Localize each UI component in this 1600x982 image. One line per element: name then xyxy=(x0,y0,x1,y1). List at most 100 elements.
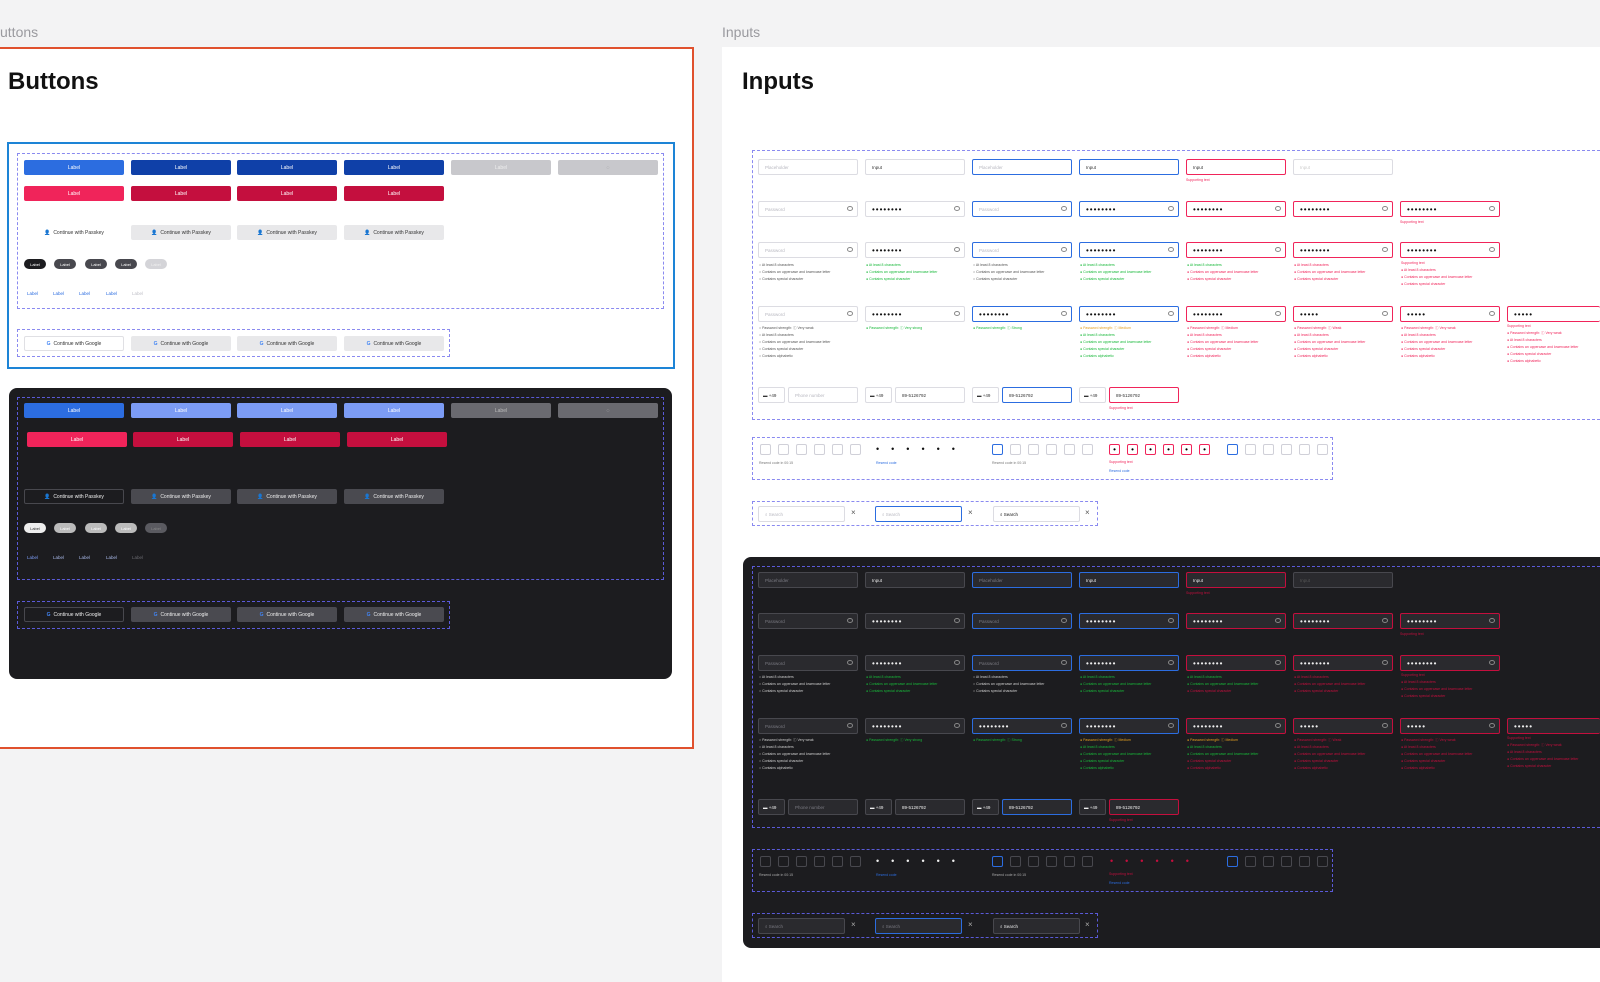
dark-password-input-error-focused[interactable]: •••••••• xyxy=(1293,613,1393,629)
otp-digit[interactable] xyxy=(1317,856,1328,867)
dark-danger-button-pressed[interactable]: Label xyxy=(240,432,340,447)
close-icon[interactable]: × xyxy=(851,508,856,517)
otp-resend-link[interactable]: Resend code xyxy=(1109,469,1130,473)
google-button[interactable]: G Continue with Google xyxy=(24,336,124,351)
passkey-button-pressed[interactable]: 👤 Continue with Passkey xyxy=(237,225,337,240)
dark-text-input-focused-filled[interactable]: Input xyxy=(1079,572,1179,588)
dark-password-req-input-valid[interactable]: •••••••• xyxy=(865,655,965,671)
password-req-input-error-supporting[interactable]: •••••••• xyxy=(1400,242,1500,258)
text-link-pressed[interactable]: Label xyxy=(79,291,90,296)
text-link-focused[interactable]: Label xyxy=(106,291,117,296)
otp-digit-error[interactable]: • xyxy=(1145,444,1156,455)
text-input-focused[interactable]: Placeholder xyxy=(972,159,1072,175)
otp-digit[interactable] xyxy=(1299,444,1310,455)
dark-google-button-focused[interactable]: G Continue with Google xyxy=(344,607,444,622)
eye-off-icon[interactable] xyxy=(1061,723,1067,728)
eye-off-icon[interactable] xyxy=(954,247,960,252)
otp-digit[interactable] xyxy=(1245,444,1256,455)
text-link-hover[interactable]: Label xyxy=(53,291,64,296)
dark-passkey-button-focused[interactable]: 👤 Continue with Passkey xyxy=(344,489,444,504)
primary-button-loading[interactable]: ◌ xyxy=(558,160,658,175)
dark-text-link-hover[interactable]: Label xyxy=(53,555,64,560)
google-button-focused[interactable]: G Continue with Google xyxy=(344,336,444,351)
dark-password-req-input-focused-valid[interactable]: •••••••• xyxy=(1079,655,1179,671)
dark-google-button-hover[interactable]: G Continue with Google xyxy=(131,607,231,622)
dark-primary-button-loading[interactable]: ◌ xyxy=(558,403,658,418)
chip-focused[interactable]: Label xyxy=(115,259,137,269)
otp-digit[interactable] xyxy=(1046,856,1057,867)
dark-phone-input-focused[interactable]: 89-5126792 xyxy=(1002,799,1072,815)
dark-text-input-disabled[interactable]: Input xyxy=(1293,572,1393,588)
dark-text-input-filled[interactable]: Input xyxy=(865,572,965,588)
otp-digit-error[interactable]: • xyxy=(1127,444,1138,455)
eye-off-icon[interactable] xyxy=(847,660,853,665)
dark-text-link-disabled[interactable]: Label xyxy=(132,555,143,560)
otp-digit[interactable] xyxy=(760,856,771,867)
search-input[interactable]: ⌕ Search xyxy=(758,506,845,522)
otp-resend-link[interactable]: Resend code xyxy=(876,873,897,877)
close-icon[interactable]: × xyxy=(851,920,856,929)
eye-off-icon[interactable] xyxy=(1061,660,1067,665)
eye-off-icon[interactable] xyxy=(1275,206,1281,211)
otp-digit-error[interactable]: • xyxy=(1181,444,1192,455)
country-code-select[interactable]: ▬ +49 xyxy=(1079,799,1106,815)
dark-password-req-input[interactable]: Password xyxy=(758,655,858,671)
text-input-focused-filled[interactable]: Input xyxy=(1079,159,1179,175)
eye-off-icon[interactable] xyxy=(847,206,853,211)
dark-phone-input-placeholder[interactable]: Phone number xyxy=(788,799,858,815)
eye-off-icon[interactable] xyxy=(954,618,960,623)
otp-digit[interactable] xyxy=(778,856,789,867)
otp-digit[interactable] xyxy=(796,444,807,455)
eye-off-icon[interactable] xyxy=(1168,618,1174,623)
password-input-error-focused[interactable]: •••••••• xyxy=(1293,201,1393,217)
dark-passkey-button[interactable]: 👤 Continue with Passkey xyxy=(24,489,124,504)
dark-password-strength-input-weak[interactable]: ••••• xyxy=(1293,718,1393,734)
password-req-input-error[interactable]: •••••••• xyxy=(1186,242,1286,258)
otp-digit[interactable] xyxy=(1010,444,1021,455)
password-input-filled[interactable]: •••••••• xyxy=(865,201,965,217)
text-input-placeholder[interactable]: Placeholder xyxy=(758,159,858,175)
eye-off-icon[interactable] xyxy=(1168,311,1174,316)
eye-off-icon[interactable] xyxy=(847,247,853,252)
dark-password-input[interactable]: Password xyxy=(758,613,858,629)
close-icon[interactable]: × xyxy=(1085,508,1090,517)
dark-password-req-input-focused[interactable]: Password xyxy=(972,655,1072,671)
otp-digit-focused[interactable] xyxy=(1227,444,1238,455)
dark-passkey-button-hover[interactable]: 👤 Continue with Passkey xyxy=(131,489,231,504)
dark-text-input-error[interactable]: Input xyxy=(1186,572,1286,588)
eye-off-icon[interactable] xyxy=(847,618,853,623)
dark-password-strength-input-medium[interactable]: •••••••• xyxy=(1079,718,1179,734)
passkey-button-hover[interactable]: 👤 Continue with Passkey xyxy=(131,225,231,240)
otp-digit[interactable] xyxy=(1281,856,1292,867)
dark-chip-pressed[interactable]: Label xyxy=(85,523,107,533)
otp-digit[interactable] xyxy=(1010,856,1021,867)
google-button-pressed[interactable]: G Continue with Google xyxy=(237,336,337,351)
phone-input-filled[interactable]: 89-5126792 xyxy=(895,387,965,403)
eye-off-icon[interactable] xyxy=(954,660,960,665)
eye-off-icon[interactable] xyxy=(1275,311,1281,316)
password-input-error[interactable]: •••••••• xyxy=(1186,201,1286,217)
text-input-disabled[interactable]: Input xyxy=(1293,159,1393,175)
otp-digit[interactable] xyxy=(832,856,843,867)
dark-password-input-focused-filled[interactable]: •••••••• xyxy=(1079,613,1179,629)
password-strength-input[interactable]: Password xyxy=(758,306,858,322)
dark-phone-input-error[interactable]: 89-5126792 xyxy=(1109,799,1179,815)
password-strength-input-very-weak[interactable]: ••••• xyxy=(1400,306,1500,322)
dark-text-link-pressed[interactable]: Label xyxy=(79,555,90,560)
dark-danger-button-focused[interactable]: Label xyxy=(347,432,447,447)
danger-button-pressed[interactable]: Label xyxy=(237,186,337,201)
country-code-select[interactable]: ▬ +49 xyxy=(1079,387,1106,403)
dark-password-strength-input-very-weak[interactable]: ••••• xyxy=(1400,718,1500,734)
password-strength-input-error[interactable]: •••••••• xyxy=(1186,306,1286,322)
dark-password-input-focused[interactable]: Password xyxy=(972,613,1072,629)
otp-digit[interactable] xyxy=(1317,444,1328,455)
otp-digit[interactable] xyxy=(1263,444,1274,455)
otp-digit[interactable] xyxy=(1281,444,1292,455)
otp-digit[interactable] xyxy=(1028,856,1039,867)
chip-hover[interactable]: Label xyxy=(54,259,76,269)
eye-off-icon[interactable] xyxy=(1275,247,1281,252)
eye-off-icon[interactable] xyxy=(1382,247,1388,252)
dark-password-strength-input-very-strong[interactable]: •••••••• xyxy=(865,718,965,734)
otp-digit-error[interactable]: • xyxy=(1109,444,1120,455)
eye-off-icon[interactable] xyxy=(1061,618,1067,623)
